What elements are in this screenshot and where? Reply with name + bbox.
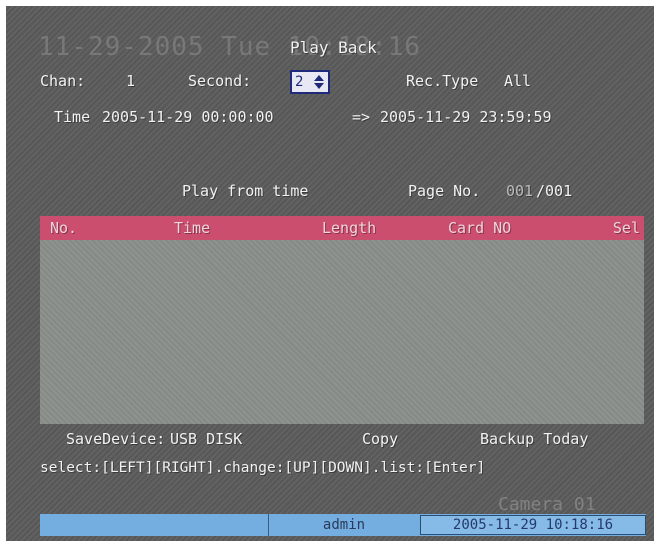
save-device-label: SaveDevice: xyxy=(66,430,166,448)
second-label: Second: xyxy=(188,72,252,90)
up-down-arrows-icon xyxy=(314,75,324,89)
column-header-card-no: Card NO xyxy=(448,219,512,237)
chan-value[interactable]: 1 xyxy=(126,72,135,90)
time-start[interactable]: 2005-11-29 00:00:00 xyxy=(102,108,274,126)
column-header-length: Length xyxy=(322,219,377,237)
play-from-time-button[interactable]: Play from time xyxy=(182,182,308,200)
backup-today-button[interactable]: Backup Today xyxy=(480,430,588,448)
second-value: 2 xyxy=(295,74,304,90)
copy-button[interactable]: Copy xyxy=(362,430,398,448)
time-label: Time xyxy=(54,108,91,126)
column-header-sel: Sel xyxy=(612,219,640,237)
status-bar: admin 2005-11-29 10:18:16 xyxy=(40,514,646,536)
time-arrow: => xyxy=(352,108,371,126)
dvr-screen: 11-29-2005 Tue 10:18:16 Play Back Chan: … xyxy=(6,6,654,541)
help-text: select:[LEFT][RIGHT].change:[UP][DOWN].l… xyxy=(40,460,486,476)
page-number-label: Page No. xyxy=(408,182,481,200)
second-spinbox[interactable]: 2 xyxy=(290,70,330,94)
page-total: /001 xyxy=(536,182,573,200)
camera-name-watermark: Camera 01 xyxy=(498,494,596,515)
table-header: No. Time Length Card NO Sel xyxy=(40,216,644,240)
page-current[interactable]: 001 xyxy=(506,182,533,200)
status-user: admin xyxy=(268,514,419,536)
rec-type-value[interactable]: All xyxy=(504,72,531,90)
recording-list[interactable] xyxy=(40,240,644,424)
chan-label: Chan: xyxy=(40,72,86,90)
page-title: Play Back xyxy=(290,38,377,57)
time-end[interactable]: 2005-11-29 23:59:59 xyxy=(380,108,552,126)
save-device-value[interactable]: USB DISK xyxy=(170,430,242,448)
rec-type-label: Rec.Type xyxy=(406,72,479,90)
column-header-time: Time xyxy=(174,219,211,237)
column-header-no: No. xyxy=(50,219,78,237)
status-datetime: 2005-11-29 10:18:16 xyxy=(420,515,646,535)
